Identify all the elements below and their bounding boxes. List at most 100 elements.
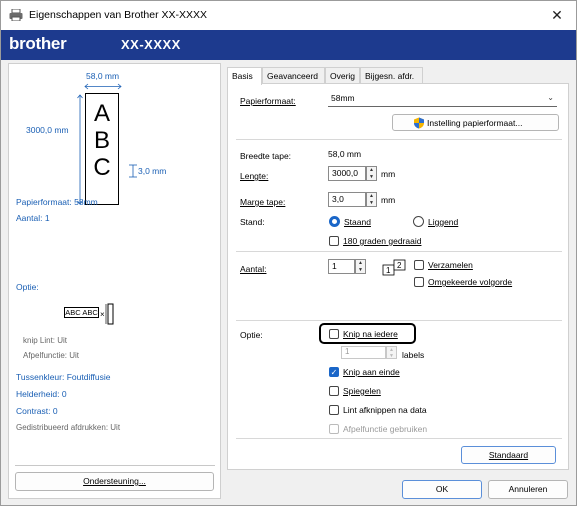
tab-trimmed-print[interactable]: Bijgesn. afdr. <box>360 67 423 84</box>
peel-function-label: Afpelfunctie gebruiken <box>343 424 428 434</box>
summary-halftone: Tussenkleur: Foutdiffusie <box>16 372 111 382</box>
divider <box>236 438 562 439</box>
properties-window: Eigenschappen van Brother XX-XXXX ✕ brot… <box>0 0 577 506</box>
collate-label: Verzamelen <box>428 260 473 270</box>
rotate-180-label: 180 graden gedraaid <box>343 236 422 246</box>
chevron-down-icon[interactable]: ▼ <box>367 200 376 206</box>
cut-at-end-label: Knip aan einde <box>343 367 400 377</box>
chevron-down-icon: ⌄ <box>547 93 554 102</box>
cut-tape-after-data-checkbox[interactable] <box>329 405 339 415</box>
ok-button[interactable]: OK <box>402 480 482 499</box>
mirror-label: Spiegelen <box>343 386 381 396</box>
cut-marker-icon: × <box>100 303 114 325</box>
margin-input[interactable]: 3,0 <box>328 192 366 207</box>
divider <box>236 139 562 140</box>
svg-text:2: 2 <box>397 261 402 270</box>
landscape-label: Liggend <box>428 217 459 227</box>
tab-panel-basis: Papierformaat: 58mm ⌄ Instelling papierf… <box>227 83 569 470</box>
printer-icon <box>9 9 23 21</box>
summary-cut-line: knip Lint: Uit <box>23 336 68 345</box>
margin-unit: mm <box>381 195 396 205</box>
preview-letter: A <box>93 100 110 127</box>
support-button-label: Ondersteuning... <box>83 476 146 486</box>
support-button[interactable]: Ondersteuning... <box>15 472 214 491</box>
label-preview: A B C <box>85 93 119 205</box>
count-stepper[interactable]: ▲ ▼ <box>355 259 366 274</box>
option-sample-label: ABC ABC <box>64 307 99 318</box>
title-bar: Eigenschappen van Brother XX-XXXX ✕ <box>1 1 576 30</box>
length-unit: mm <box>381 169 396 179</box>
chevron-up-icon[interactable]: ▲ <box>356 260 365 266</box>
summary-count: Aantal: 1 <box>16 213 50 223</box>
chevron-up-icon[interactable]: ▲ <box>367 193 376 199</box>
brand-banner: brother XX-XXXX <box>1 30 576 60</box>
summary-peel-function: Afpelfunctie: Uit <box>23 351 80 360</box>
preview-panel: 58,0 mm 3000,0 mm A B C 3,0 mm Papierfor… <box>8 63 221 499</box>
paper-format-value: 58mm <box>331 93 355 103</box>
chevron-down-icon[interactable]: ▼ <box>356 267 365 273</box>
portrait-radio[interactable] <box>329 216 340 227</box>
cancel-button-label: Annuleren <box>508 484 548 494</box>
option-label: Optie: <box>240 330 263 340</box>
tab-advanced[interactable]: Geavanceerd <box>262 67 325 84</box>
labels-suffix: labels <box>402 350 425 360</box>
cut-at-end-checkbox[interactable]: ✓ <box>329 367 339 377</box>
summary-brightness: Helderheid: 0 <box>16 389 67 399</box>
cut-every-input[interactable]: 1 <box>341 346 386 359</box>
default-button-label: Standaard <box>488 450 529 460</box>
collate-icon: 1 2 <box>382 259 406 276</box>
margin-label: Marge tape: <box>240 197 286 207</box>
ok-button-label: OK <box>435 484 449 494</box>
model-name: XX-XXXX <box>121 37 181 52</box>
collate-checkbox[interactable] <box>414 260 424 270</box>
paper-format-label: Papierformaat: <box>240 96 296 106</box>
length-label: Lengte: <box>240 171 269 181</box>
paper-settings-button[interactable]: Instelling papierformaat... <box>392 114 559 131</box>
chevron-down-icon[interactable]: ▼ <box>387 353 396 359</box>
tape-width-label: Breedte tape: <box>240 151 292 161</box>
portrait-label: Staand <box>344 217 371 227</box>
count-label: Aantal: <box>240 264 267 274</box>
window-title: Eigenschappen van Brother XX-XXXX <box>29 9 208 21</box>
chevron-up-icon[interactable]: ▲ <box>367 167 376 173</box>
summary-option-header: Optie: <box>16 282 39 292</box>
close-icon[interactable]: ✕ <box>546 5 568 25</box>
reverse-order-checkbox[interactable] <box>414 277 424 287</box>
paper-format-select[interactable]: 58mm ⌄ <box>328 92 557 107</box>
margin-dimension-arrow <box>129 164 137 178</box>
length-stepper[interactable]: ▲ ▼ <box>366 166 377 181</box>
margin-stepper[interactable]: ▲ ▼ <box>366 192 377 207</box>
preview-letter: C <box>93 154 111 181</box>
cut-every-highlight <box>319 323 416 344</box>
divider <box>15 465 215 466</box>
cut-every-stepper[interactable]: ▲ ▼ <box>386 346 397 359</box>
tab-other[interactable]: Overig <box>325 67 360 84</box>
shield-icon <box>414 117 424 129</box>
count-input[interactable]: 1 <box>328 259 355 274</box>
rotate-180-checkbox[interactable] <box>329 236 339 246</box>
length-input[interactable]: 3000,0 <box>328 166 366 181</box>
landscape-radio[interactable] <box>413 216 424 227</box>
divider <box>236 320 562 321</box>
peel-function-checkbox[interactable] <box>329 424 339 434</box>
svg-text:×: × <box>100 310 105 319</box>
cut-tape-after-data-label: Lint afknippen na data <box>343 405 427 415</box>
width-dimension-arrow <box>84 83 122 90</box>
default-button[interactable]: Standaard <box>461 446 556 464</box>
paper-settings-button-label: Instelling papierformaat... <box>427 118 523 128</box>
svg-text:1: 1 <box>386 266 391 275</box>
reverse-order-label: Omgekeerde volgorde <box>428 277 513 287</box>
mirror-checkbox[interactable] <box>329 386 339 396</box>
tape-width-value: 58,0 mm <box>328 149 362 159</box>
brand-logo: brother <box>9 34 67 53</box>
tab-basis[interactable]: Basis <box>227 67 262 85</box>
orientation-label: Stand: <box>240 217 265 227</box>
cancel-button[interactable]: Annuleren <box>488 480 568 499</box>
summary-contrast: Contrast: 0 <box>16 406 58 416</box>
chevron-down-icon[interactable]: ▼ <box>367 174 376 180</box>
summary-paper-format: Papierformaat: 58mm <box>16 197 98 207</box>
divider <box>236 251 562 252</box>
preview-width-label: 58,0 mm <box>86 71 120 81</box>
preview-letter: B <box>93 127 110 154</box>
preview-length-label: 3000,0 mm <box>26 125 69 135</box>
